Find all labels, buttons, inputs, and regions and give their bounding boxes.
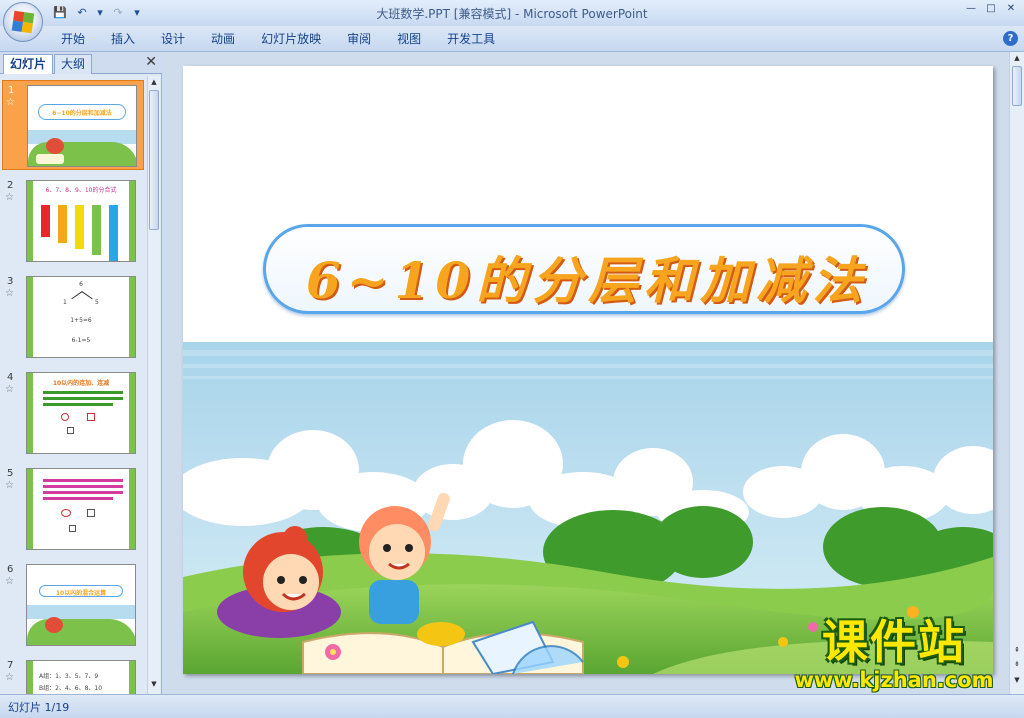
slide-number: 1 bbox=[8, 85, 15, 96]
animation-star-icon: ☆ bbox=[5, 576, 14, 587]
scroll-down-icon[interactable]: ▼ bbox=[1010, 676, 1024, 684]
title-bar: 💾 ↶ ▾ ↷ ▾ 大班数学.PPT [兼容模式] - Microsoft Po… bbox=[0, 0, 1024, 26]
slide-counter: 幻灯片 1/19 bbox=[8, 701, 70, 714]
slide-preview: 6~10的分层和加减法 bbox=[27, 85, 137, 167]
slide-preview: 6 1 5 1+5=6 6-1=5 bbox=[26, 276, 136, 358]
editor-scrollbar[interactable]: ▲ ⇞ ⇟ ▼ bbox=[1009, 52, 1024, 694]
slide-preview: 10以内的混合运算 bbox=[26, 564, 136, 646]
slide-caption: 6、7、8、9、10的分合式 bbox=[45, 187, 117, 194]
slide-preview: 10以内的连加、连减 bbox=[26, 372, 136, 454]
animation-star-icon: ☆ bbox=[6, 97, 15, 108]
slide-caption: 6~10的分层和加减法 bbox=[52, 110, 112, 117]
slide-preview: A组：1、3、5、7、9 B组：2、4、6、8、10 bbox=[26, 660, 136, 694]
tree-right: 5 bbox=[95, 299, 99, 306]
tree-top: 6 bbox=[79, 281, 83, 288]
equation-2: 6-1=5 bbox=[71, 337, 91, 344]
title-frame: 6~10的分层和加减法 bbox=[263, 224, 905, 314]
slide-thumbnail-3[interactable]: 3 ☆ 6 1 5 1+5=6 6-1=5 bbox=[2, 272, 144, 362]
slide-thumbnail-1[interactable]: 1 ☆ 6~10的分层和加减法 bbox=[2, 80, 144, 170]
tab-slides[interactable]: 幻灯片 bbox=[3, 54, 54, 74]
slide-caption: 10以内的混合运算 bbox=[55, 590, 107, 597]
slide-number: 3 bbox=[7, 276, 14, 287]
equation-1: 1+5=6 bbox=[70, 317, 92, 324]
close-icon[interactable]: ✕ bbox=[145, 55, 157, 69]
watermark-logo: 课件站 www.kjzhan.com bbox=[778, 616, 1010, 696]
maximize-icon[interactable]: □ bbox=[982, 2, 1000, 16]
slide-number: 2 bbox=[7, 180, 14, 191]
office-button[interactable] bbox=[3, 2, 43, 42]
slide-preview: 6、7、8、9、10的分合式 bbox=[26, 180, 136, 262]
slide-number: 4 bbox=[7, 372, 14, 383]
slide-line-1: A组：1、3、5、7、9 bbox=[39, 673, 99, 680]
slide-editor: 6~10的分层和加减法 ▲ ⇞ ⇟ ▼ bbox=[163, 52, 1024, 694]
slide-thumbnail-5[interactable]: 5 ☆ bbox=[2, 464, 144, 554]
slides-panel: 幻灯片 大纲 ✕ 1 ☆ 6~10的分层和加减法 2 ☆ 6、7、8、9、10的… bbox=[0, 52, 162, 694]
tab-home[interactable]: 开始 bbox=[48, 26, 98, 52]
scroll-up-icon[interactable]: ▲ bbox=[1010, 54, 1024, 62]
animation-star-icon: ☆ bbox=[5, 384, 14, 395]
next-slide-icon[interactable]: ⇟ bbox=[1010, 660, 1024, 668]
window-title: 大班数学.PPT [兼容模式] - Microsoft PowerPoint bbox=[376, 7, 648, 21]
slide-number: 6 bbox=[7, 564, 14, 575]
tree-left: 1 bbox=[63, 299, 67, 306]
tab-animations[interactable]: 动画 bbox=[198, 26, 248, 52]
close-icon[interactable]: ✕ bbox=[1002, 2, 1020, 16]
slide-line-2: B组：2、4、6、8、10 bbox=[39, 685, 103, 692]
watermark-main: 课件站 bbox=[822, 615, 966, 669]
slide-preview bbox=[26, 468, 136, 550]
slide-number: 7 bbox=[7, 660, 14, 671]
animation-star-icon: ☆ bbox=[5, 672, 14, 683]
help-icon[interactable]: ? bbox=[1003, 31, 1018, 46]
tab-view[interactable]: 视图 bbox=[384, 26, 434, 52]
tab-design[interactable]: 设计 bbox=[148, 26, 198, 52]
previous-slide-icon[interactable]: ⇞ bbox=[1010, 646, 1024, 654]
slide-number: 5 bbox=[7, 468, 14, 479]
slide-caption: 10以内的连加、连减 bbox=[52, 380, 110, 387]
tab-review[interactable]: 审阅 bbox=[334, 26, 384, 52]
animation-star-icon: ☆ bbox=[5, 480, 14, 491]
slide-title[interactable]: 6~10的分层和加减法 bbox=[266, 241, 908, 313]
slide-thumbnail-2[interactable]: 2 ☆ 6、7、8、9、10的分合式 bbox=[2, 176, 144, 266]
slide-thumbnail-7[interactable]: 7 ☆ A组：1、3、5、7、9 B组：2、4、6、8、10 bbox=[2, 656, 144, 694]
scrollbar-thumb[interactable] bbox=[1012, 66, 1022, 106]
scrollbar-thumb[interactable] bbox=[149, 90, 159, 230]
current-slide[interactable]: 6~10的分层和加减法 bbox=[183, 66, 993, 674]
tab-insert[interactable]: 插入 bbox=[98, 26, 148, 52]
watermark-url: www.kjzhan.com bbox=[794, 668, 994, 692]
tab-slideshow[interactable]: 幻灯片放映 bbox=[248, 26, 334, 52]
scroll-down-icon[interactable]: ▼ bbox=[148, 680, 160, 688]
tab-outline[interactable]: 大纲 bbox=[54, 54, 93, 74]
minimize-icon[interactable]: — bbox=[962, 2, 980, 16]
animation-star-icon: ☆ bbox=[5, 288, 14, 299]
office-logo-icon bbox=[11, 10, 35, 34]
slide-thumbnail-4[interactable]: 4 ☆ 10以内的连加、连减 bbox=[2, 368, 144, 458]
ribbon-tabs: 开始 插入 设计 动画 幻灯片放映 审阅 视图 开发工具 ? bbox=[0, 26, 1024, 52]
slides-panel-scrollbar[interactable]: ▲ ▼ bbox=[147, 76, 160, 694]
slide-thumbnail-6[interactable]: 6 ☆ 10以内的混合运算 bbox=[2, 560, 144, 650]
tab-developer[interactable]: 开发工具 bbox=[434, 26, 508, 52]
status-bar: 幻灯片 1/19 bbox=[0, 694, 1024, 718]
scroll-up-icon[interactable]: ▲ bbox=[148, 78, 160, 86]
animation-star-icon: ☆ bbox=[5, 192, 14, 203]
